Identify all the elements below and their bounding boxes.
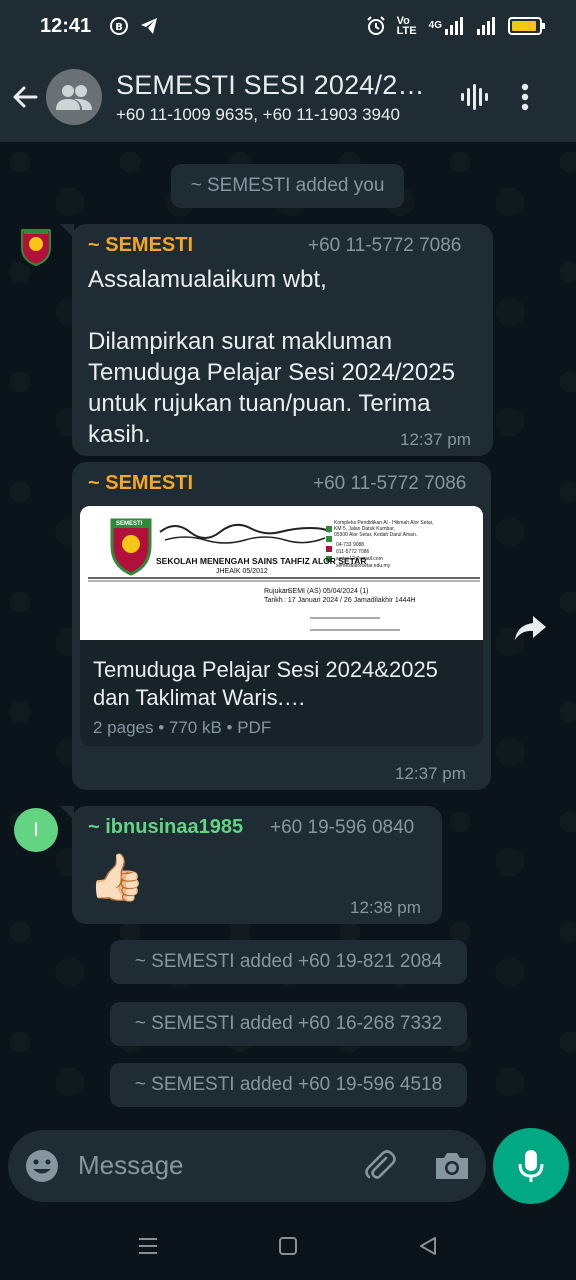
chat-area[interactable]: ~ SEMESTI added you ~ SEMESTI +60 11-577…: [0, 142, 576, 1120]
group-members: +60 11-1009 9635, +60 11-1903 3940: [116, 104, 400, 124]
document-meta: 2 pages • 770 kB • PDF: [93, 718, 272, 737]
voice-message-button[interactable]: [493, 1128, 569, 1204]
group-title: SEMESTI SESI 2024/2025: [116, 69, 438, 100]
letterhead-date-value: : 17 Januari 2024 / 26 Jamadilakhir 1444…: [284, 597, 416, 604]
group-people-icon: [56, 85, 92, 110]
system-message-added-you: ~ SEMESTI added you: [171, 164, 404, 208]
letterhead-date-label: Tarikh: [264, 597, 283, 604]
back-button[interactable]: [0, 52, 50, 142]
status-time: 12:41: [40, 14, 92, 37]
sender-phone: +60 11-5772 7086: [308, 235, 462, 256]
sender-avatar-ibnusinaa[interactable]: I: [14, 808, 58, 852]
system-message-added-2: ~ SEMESTI added +60 16-268 7332: [110, 1002, 467, 1046]
document-attachment[interactable]: SEMESTI SEKOLAH MENENGAH SAINS TAHFIZ AL…: [80, 506, 483, 746]
thumbs-up-emoji: 👍🏻: [88, 851, 146, 903]
back-nav-button[interactable]: [413, 1231, 443, 1261]
sender-phone: +60 19-596 0840: [270, 817, 415, 838]
document-title[interactable]: Temuduga Pelajar Sesi 2024&2025 dan Takl…: [93, 656, 473, 712]
audio-waveform-icon: [461, 84, 488, 110]
network-type-label: 4G: [428, 20, 442, 31]
camera-button[interactable]: [432, 1148, 472, 1184]
svg-text:B: B: [115, 22, 123, 33]
message-bubble-1[interactable]: ~ SEMESTI +60 11-5772 7086 Assalamualaik…: [60, 224, 493, 456]
letterhead-address-3: 05300 Alor Setar, Kedah Darul Aman.: [334, 532, 418, 538]
alarm-icon: [365, 15, 387, 37]
letterhead-logo-text: SEMESTI: [116, 521, 143, 527]
chat-header: SEMESTI SESI 2024/2025 +60 11-1009 9635,…: [0, 52, 576, 142]
home-button[interactable]: [273, 1231, 303, 1261]
message-time: 12:37 pm: [400, 430, 471, 449]
group-avatar[interactable]: [46, 69, 102, 125]
signal-strength-icon: [476, 16, 498, 36]
school-crest-icon: [21, 229, 51, 267]
more-options-button[interactable]: [500, 52, 550, 142]
letterhead-contact-4: semestialorsetar.edu.my: [336, 563, 391, 569]
arrow-left-icon: [13, 86, 38, 108]
emoji-smile-icon: [26, 1150, 58, 1182]
microphone-icon: [518, 1150, 544, 1182]
volte-indicator: Vo LTE: [396, 15, 417, 37]
share-forward-icon: [515, 616, 546, 640]
sender-name[interactable]: ~ SEMESTI: [88, 234, 193, 257]
system-message-added-3: ~ SEMESTI added +60 19-596 4518: [110, 1063, 467, 1107]
input-bar: Message: [0, 1120, 576, 1212]
more-vertical-icon: [521, 83, 529, 111]
sender-name[interactable]: ~ ibnusinaa1985: [88, 816, 243, 839]
bitcoin-notification-icon: B: [109, 16, 129, 36]
recent-apps-button[interactable]: [133, 1231, 163, 1261]
bubble-tail: [60, 224, 74, 238]
message-time: 12:37 pm: [395, 764, 466, 783]
system-message-added-1: ~ SEMESTI added +60 19-821 2084: [110, 940, 467, 984]
emoji-button[interactable]: [24, 1148, 60, 1184]
document-preview[interactable]: SEMESTI SEKOLAH MENENGAH SAINS TAHFIZ AL…: [80, 506, 483, 640]
triangle-back-icon: [420, 1237, 436, 1255]
attach-button[interactable]: [362, 1148, 398, 1184]
letterhead-contact-2: 011-5772 7086: [336, 549, 370, 555]
letterhead-contact-3: smtas12@gmail.com: [336, 556, 383, 562]
forward-button[interactable]: [506, 604, 554, 652]
sender-phone: +60 11-5772 7086: [313, 473, 467, 494]
bubble-tail: [60, 806, 74, 820]
letterhead-ref-value: : SEMI (AS) 05/04/2024 (1): [284, 588, 369, 595]
voice-chat-button[interactable]: [450, 52, 500, 142]
letterhead-school-name: SEKOLAH MENENGAH SAINS TAHFIZ ALOR SETAR: [156, 556, 367, 566]
letterhead-reg-no: JHEAIK 05/2012: [216, 568, 268, 575]
sender-name[interactable]: ~ SEMESTI: [88, 472, 193, 495]
message-bubble-2[interactable]: ~ SEMESTI +60 11-5772 7086 SEMESTI SEKOL…: [72, 462, 491, 790]
system-navigation-bar: [0, 1212, 576, 1280]
message-bubble-3[interactable]: ~ ibnusinaa1985 +60 19-596 0840 👍🏻 12:38…: [60, 806, 442, 924]
message-input-container[interactable]: Message: [8, 1130, 486, 1202]
letterhead-contact-1: 04-733 9088: [336, 542, 365, 548]
battery-icon: [508, 16, 546, 36]
message-text: Assalamualaikum wbt, Dilampirkan surat m…: [88, 266, 455, 448]
menu-lines-icon: [139, 1238, 157, 1254]
mobile-signal-icon: 4G: [429, 16, 466, 36]
message-input[interactable]: Message: [78, 1150, 184, 1181]
square-icon: [279, 1237, 297, 1255]
group-info[interactable]: SEMESTI SESI 2024/2025 +60 11-1009 9635,…: [116, 70, 438, 125]
camera-icon: [436, 1153, 468, 1179]
telegram-notification-icon: [139, 16, 159, 36]
paperclip-icon: [365, 1150, 396, 1179]
sender-avatar-semesti[interactable]: [14, 224, 58, 268]
status-bar: 12:41 B Vo LTE 4G: [0, 0, 576, 52]
message-time: 12:38 pm: [350, 898, 421, 917]
